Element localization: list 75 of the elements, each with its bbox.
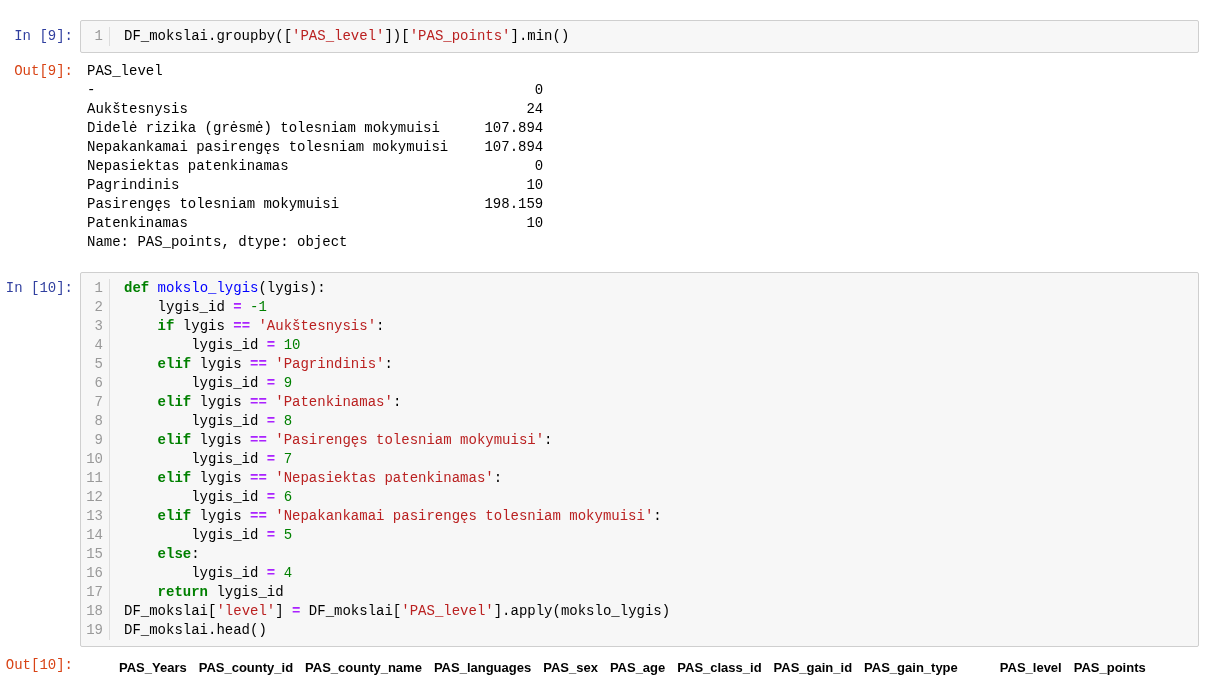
column-header: PAS_class_id <box>676 659 763 677</box>
column-header: PAS_county_name <box>304 659 423 677</box>
column-header: PAS_age <box>608 659 667 677</box>
code-line: DF_mokslai.head() <box>124 621 267 640</box>
series-header: PAS_level <box>87 62 163 81</box>
code-line: DF_mokslai['level'] = DF_mokslai['PAS_level'].apply(mokslo_lygis) <box>124 602 671 621</box>
input-prompt: In [10]: <box>4 279 74 298</box>
code-line: lygis_id = 9 <box>190 374 293 393</box>
code-line: lygis_id = 10 <box>190 336 301 355</box>
line-number: 6 <box>93 374 103 393</box>
series-label: Pasirengęs tolesniam mokymuisi <box>87 195 341 214</box>
line-number: 8 <box>93 412 103 431</box>
series-footer: Name: PAS_points, dtype: object <box>87 233 348 252</box>
series-value: 0 <box>534 157 544 176</box>
code-line: lygis_id = 4 <box>190 564 293 583</box>
column-header: PAS_points <box>1072 659 1147 677</box>
line-number: 11 <box>85 469 103 488</box>
line-number: 17 <box>85 583 103 602</box>
line-number: 2 <box>93 298 103 317</box>
column-header: PAS_county_id <box>197 659 295 677</box>
column-header: PAS_gain_id <box>772 659 854 677</box>
line-number: 7 <box>93 393 103 412</box>
column-header: PAS_sex <box>542 659 599 677</box>
line-number: 14 <box>85 526 103 545</box>
line-number: 19 <box>85 621 103 640</box>
series-value: 107.894 <box>484 119 544 138</box>
input-prompt: In [9]: <box>13 27 74 46</box>
code-line: def mokslo_lygis(lygis): <box>124 279 326 298</box>
line-number: 16 <box>85 564 103 583</box>
column-header: PAS_Years <box>118 659 188 677</box>
code-line: elif lygis == 'Patenkinamas': <box>156 393 402 412</box>
line-number: 4 <box>93 336 103 355</box>
series-value: 0 <box>534 81 544 100</box>
code-line: lygis_id = 6 <box>190 488 293 507</box>
series-value: 10 <box>526 176 544 195</box>
line-number: 1 <box>93 279 103 298</box>
series-value: 10 <box>526 214 544 233</box>
column-header: PAS_level <box>998 659 1063 677</box>
code-line: elif lygis == 'Pasirengęs tolesniam mokymuisi': <box>156 431 553 450</box>
code-line: lygis_id = 7 <box>190 450 293 469</box>
code-line: return lygis_id <box>156 583 284 602</box>
output-prompt: Out[10]: <box>4 656 74 675</box>
series-value: 107.894 <box>484 138 544 157</box>
series-label: Nepasiektas patenkinamas <box>87 157 290 176</box>
column-header: PAS_gain_type <box>863 659 959 677</box>
series-label: Nepakankamai pasirengęs tolesniam mokymuisi <box>87 138 449 157</box>
output-prompt: Out[9]: <box>13 62 74 81</box>
code-line: lygis_id = 5 <box>190 526 293 545</box>
line-number: 10 <box>85 450 103 469</box>
series-value: 24 <box>526 100 544 119</box>
series-label: Pagrindinis <box>87 176 181 195</box>
line-number: 3 <box>93 317 103 336</box>
code-line: if lygis == 'Aukštesnysis': <box>156 317 385 336</box>
line-number: 1 <box>93 27 103 46</box>
line-number: 15 <box>85 545 103 564</box>
line-number: 18 <box>85 602 103 621</box>
series-label: Didelė rizika (grėsmė) tolesniam mokymuisi <box>87 119 441 138</box>
code-line: elif lygis == 'Nepakankamai pasirengęs tolesniam mokymuisi': <box>156 507 662 526</box>
code-line: DF_mokslai.groupby(['PAS_level'])['PAS_points'].min() <box>124 27 570 46</box>
code-cell[interactable] <box>80 272 1199 647</box>
series-label: - <box>87 81 97 100</box>
series-label: Aukštesnysis <box>87 100 189 119</box>
code-line: elif lygis == 'Nepasiektas patenkinamas': <box>156 469 503 488</box>
line-number: 13 <box>85 507 103 526</box>
series-value: 198.159 <box>484 195 544 214</box>
line-number: 5 <box>93 355 103 374</box>
code-line: else: <box>156 545 200 564</box>
line-number: 9 <box>93 431 103 450</box>
series-label: Patenkinamas <box>87 214 189 233</box>
code-line: lygis_id = 8 <box>190 412 293 431</box>
code-line: elif lygis == 'Pagrindinis': <box>156 355 393 374</box>
line-number: 12 <box>85 488 103 507</box>
code-line: lygis_id = -1 <box>156 298 267 317</box>
column-header: PAS_languages <box>432 659 533 677</box>
code-cell[interactable]: 1 DF_mokslai.groupby(['PAS_level'])['PAS_points'].min() <box>80 20 1199 53</box>
